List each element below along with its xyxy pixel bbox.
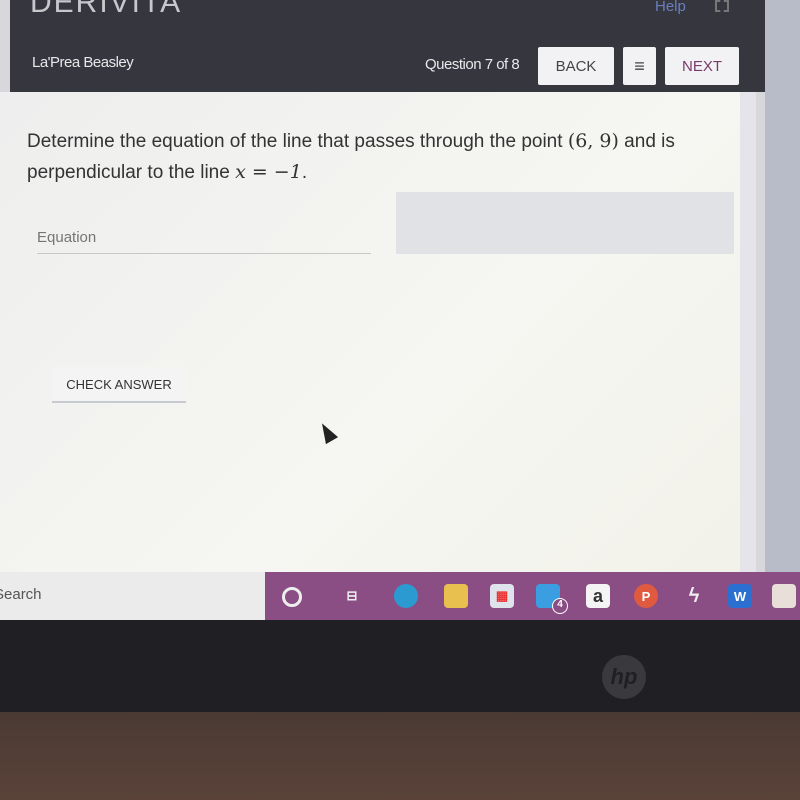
bolt-app-icon[interactable]: ϟ: [682, 584, 706, 608]
hp-logo: hp: [602, 655, 646, 699]
store-icon[interactable]: ▦: [490, 584, 514, 608]
question-panel: Determine the equation of the line that …: [0, 92, 740, 572]
next-button[interactable]: NEXT: [665, 47, 739, 85]
laptop-bezel: [0, 620, 800, 715]
fullscreen-icon[interactable]: [715, 0, 729, 12]
taskbar: Search ⊟ ▦ 4 a P ϟ W: [0, 572, 800, 620]
mail-icon[interactable]: 4: [536, 584, 568, 614]
amazon-icon[interactable]: a: [586, 584, 610, 608]
taskbar-search[interactable]: Search: [0, 572, 265, 620]
check-answer-button[interactable]: CHECK ANSWER: [52, 367, 186, 403]
menu-list-icon[interactable]: ≡: [623, 47, 656, 85]
math-point: (6, 9): [567, 130, 619, 152]
question-part: .: [301, 162, 308, 183]
app-header: DERIVITA Help La'Prea Beasley Question 7…: [10, 0, 765, 92]
mouse-cursor-icon: [315, 419, 339, 445]
app-logo: DERIVITA: [30, 0, 183, 19]
question-part: Determine the equation of the line that …: [27, 131, 568, 152]
equation-preview: [396, 192, 734, 254]
question-text: Determine the equation of the line that …: [27, 126, 747, 188]
screen: DERIVITA Help La'Prea Beasley Question 7…: [0, 0, 800, 620]
avatar-app-icon[interactable]: [772, 584, 796, 608]
question-counter: Question 7 of 8: [425, 56, 520, 73]
back-button[interactable]: BACK: [538, 47, 614, 85]
task-view-icon[interactable]: ⊟: [340, 584, 364, 608]
math-line: x = −1: [235, 161, 302, 183]
laptop-base: [0, 712, 800, 800]
word-icon[interactable]: W: [728, 584, 752, 608]
mail-badge: 4: [552, 598, 568, 614]
cortana-icon[interactable]: [282, 587, 302, 607]
file-explorer-icon[interactable]: [444, 584, 468, 608]
background-window: [765, 0, 800, 572]
powerpoint-icon[interactable]: P: [634, 584, 658, 608]
equation-input[interactable]: [37, 222, 371, 254]
user-name: La'Prea Beasley: [32, 54, 134, 71]
edge-icon[interactable]: [394, 584, 418, 608]
scrollbar[interactable]: [740, 92, 756, 572]
search-label: Search: [0, 586, 42, 603]
help-link[interactable]: Help: [655, 0, 686, 15]
